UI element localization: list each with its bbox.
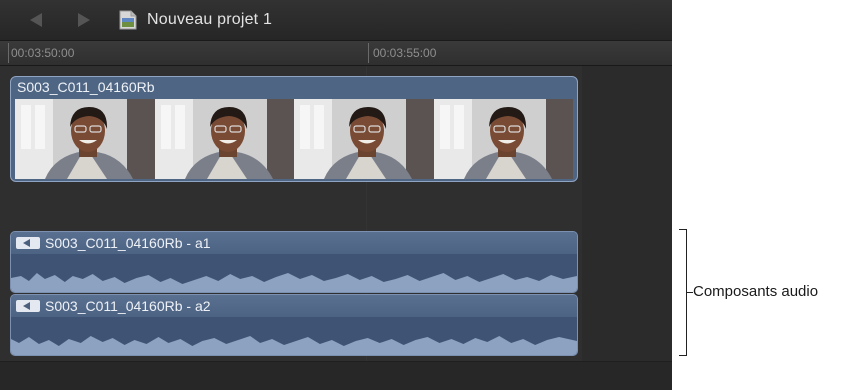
video-clip-name: S003_C011_04160Rb <box>17 79 155 95</box>
filmstrip-frame <box>154 99 294 179</box>
audio-component-a1[interactable]: S003_C011_04160Rb - a1 <box>10 231 578 293</box>
ruler-tick <box>368 43 369 63</box>
project-document-icon <box>119 10 137 30</box>
filmstrip-frame <box>15 99 155 179</box>
timeline-titlebar: Nouveau projet 1 <box>0 0 672 41</box>
filmstrip <box>15 99 573 179</box>
filmstrip-frame <box>294 99 434 179</box>
audio-waveform <box>11 317 577 355</box>
ruler-timecode: 00:03:50:00 <box>11 46 75 60</box>
chevron-left-icon[interactable] <box>30 13 42 27</box>
chevron-right-icon[interactable] <box>78 13 90 27</box>
audio-component-a2[interactable]: S003_C011_04160Rb - a2 <box>10 294 578 356</box>
audio-component-name: S003_C011_04160Rb - a1 <box>45 235 211 251</box>
audio-track-icon <box>16 237 40 249</box>
ruler-timecode: 00:03:55:00 <box>373 46 437 60</box>
video-clip[interactable]: S003_C011_04160Rb <box>10 76 578 182</box>
audio-track-icon <box>16 300 40 312</box>
audio-component-header: S003_C011_04160Rb - a2 <box>11 295 577 317</box>
timeline-window: Nouveau projet 1 00:03:50:00 00:03:55:00… <box>0 0 672 390</box>
callout-bracket <box>679 229 687 356</box>
audio-component-header: S003_C011_04160Rb - a1 <box>11 232 577 254</box>
track-bottom-strip <box>0 361 672 390</box>
audio-waveform <box>11 254 577 292</box>
filmstrip-frame <box>433 99 573 179</box>
audio-component-name: S003_C011_04160Rb - a2 <box>45 298 211 314</box>
project-title: Nouveau projet 1 <box>147 11 273 28</box>
timecode-ruler[interactable]: 00:03:50:00 00:03:55:00 <box>0 41 672 66</box>
callout-label: Composants audio <box>693 283 819 300</box>
ruler-tick <box>8 43 9 63</box>
